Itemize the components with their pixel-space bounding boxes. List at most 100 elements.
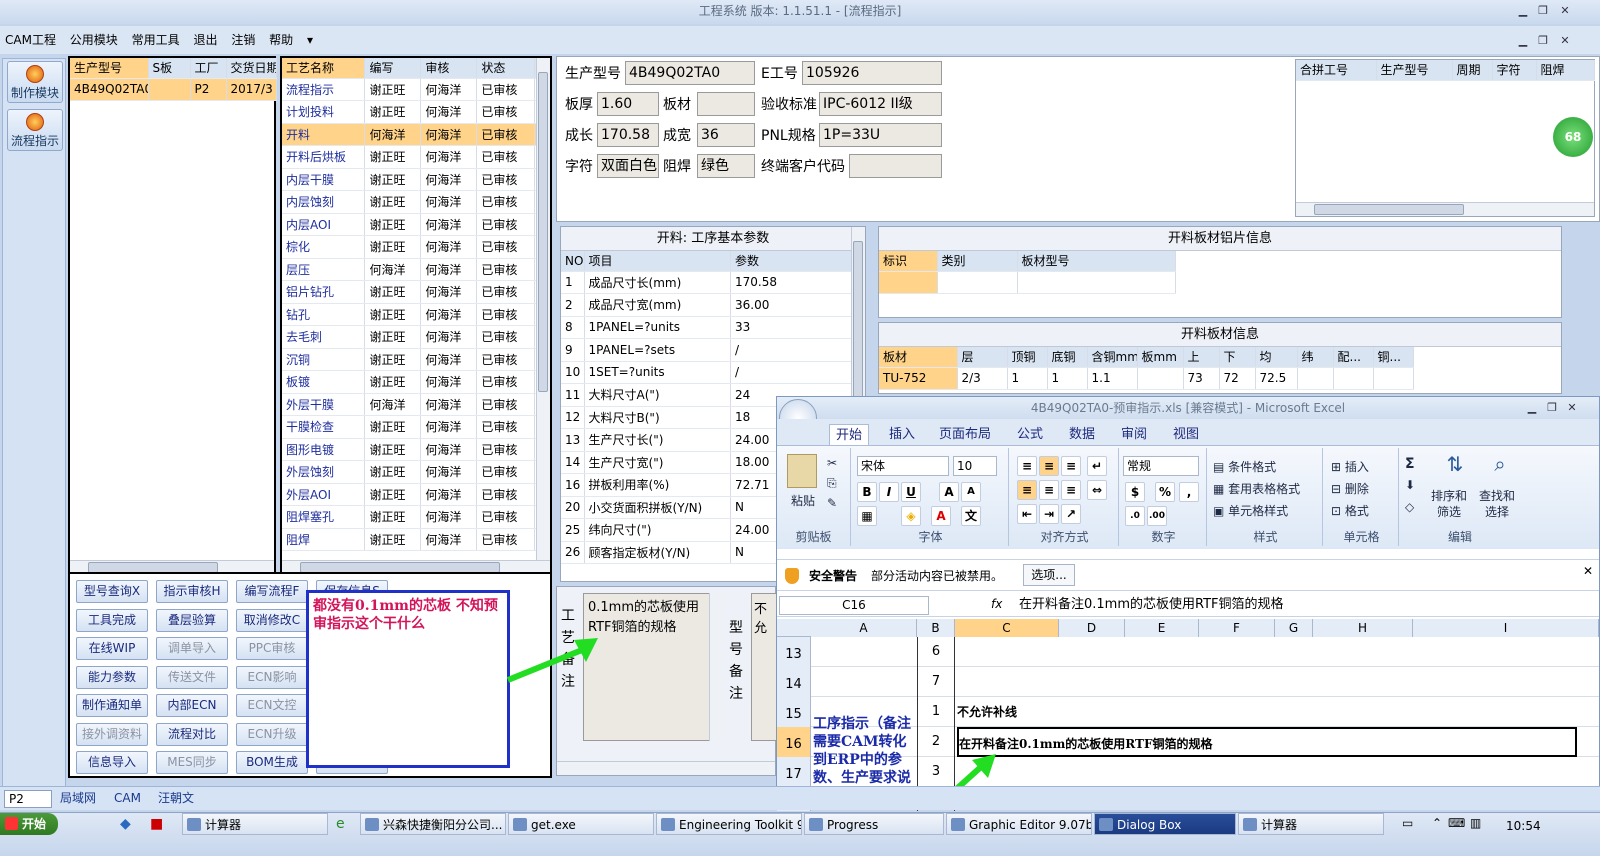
- action-button[interactable]: ECN升级: [236, 722, 308, 746]
- field-model[interactable]: 4B49Q02TA0: [625, 61, 755, 85]
- task-graphic-editor[interactable]: Graphic Editor 9.07b2 ...: [946, 813, 1092, 835]
- row-header[interactable]: 15: [777, 697, 811, 727]
- action-button[interactable]: 内部ECN: [156, 694, 228, 717]
- phonetic-icon[interactable]: 文: [961, 506, 981, 526]
- tab-data[interactable]: 数据: [1063, 424, 1101, 446]
- merge-icon[interactable]: ⇔: [1087, 480, 1107, 500]
- task-browser[interactable]: 兴森快捷衡阳分公司...: [360, 813, 506, 835]
- percent-icon[interactable]: %: [1155, 482, 1175, 502]
- col-header[interactable]: 均: [1255, 347, 1298, 368]
- tray-icon[interactable]: ▭: [1402, 816, 1413, 830]
- menu-help[interactable]: 帮助: [264, 26, 298, 54]
- col-c[interactable]: C: [955, 619, 1059, 637]
- border-icon[interactable]: ▦: [857, 506, 877, 526]
- mdi-close-icon[interactable]: ✕: [1556, 33, 1574, 49]
- cut-icon[interactable]: ✂: [827, 456, 837, 470]
- action-button[interactable]: 指示审核H: [156, 580, 228, 603]
- align-top-icon[interactable]: ≡: [1017, 456, 1037, 476]
- sheet-cell-c[interactable]: 不允许补线: [957, 697, 1577, 727]
- action-button[interactable]: PPC审核: [236, 637, 308, 660]
- scroll-thumb[interactable]: [538, 72, 548, 392]
- action-button[interactable]: ECN影响: [236, 665, 308, 689]
- table-row[interactable]: 板镀 谢正旺 何海洋 已审核: [282, 370, 550, 394]
- copy-icon[interactable]: ⎘: [827, 476, 837, 491]
- remark-hscroll[interactable]: [557, 761, 775, 775]
- col-header[interactable]: 层: [957, 347, 1008, 368]
- col-header[interactable]: 顶铜: [1007, 347, 1048, 368]
- col-header[interactable]: 板材型号: [1017, 251, 1176, 272]
- pdf-icon[interactable]: ■: [150, 816, 163, 832]
- table-format-button[interactable]: ▦ 套用表格格式: [1213, 480, 1300, 497]
- table-row[interactable]: 外层蚀刻 谢正旺 何海洋 已审核: [282, 460, 550, 484]
- menu-dropdown-icon[interactable]: ▾: [302, 26, 318, 54]
- currency-icon[interactable]: $: [1125, 482, 1145, 502]
- sheet-cell-c[interactable]: [957, 667, 1577, 697]
- sheet-cell-b[interactable]: 7: [917, 667, 955, 697]
- status-tab-user[interactable]: 汪朝文: [154, 787, 198, 809]
- find-select-button[interactable]: 查找和 选择: [1479, 488, 1515, 520]
- status-tab-lan[interactable]: 局域网: [56, 787, 100, 809]
- tab-insert[interactable]: 插入: [883, 424, 921, 446]
- col-a[interactable]: A: [811, 619, 917, 637]
- col-header[interactable]: 工艺名称: [282, 58, 366, 79]
- process-vscroll[interactable]: [536, 58, 550, 562]
- col-header[interactable]: 下: [1219, 347, 1256, 368]
- col-header[interactable]: 配...: [1333, 347, 1374, 368]
- col-header[interactable]: 项目: [584, 251, 732, 272]
- field-wid[interactable]: 36: [697, 123, 755, 147]
- paste-button[interactable]: 粘贴: [791, 492, 815, 509]
- field-eno[interactable]: 105926: [802, 61, 942, 85]
- quicklaunch-icon[interactable]: ◆: [120, 816, 131, 832]
- table-row[interactable]: 开料后烘板 谢正旺 何海洋 已审核: [282, 145, 550, 169]
- tab-review[interactable]: 审阅: [1115, 424, 1153, 446]
- table-row[interactable]: 流程指示 谢正旺 何海洋 已审核: [282, 78, 550, 101]
- table-row[interactable]: 层压 何海洋 何海洋 已审核: [282, 258, 550, 281]
- col-header[interactable]: 生产型号: [70, 58, 149, 79]
- remark-vscroll[interactable]: [709, 593, 723, 741]
- table-row[interactable]: 沉铜 谢正旺 何海洋 已审核: [282, 348, 550, 371]
- sort-filter-icon[interactable]: ⇅: [1435, 452, 1475, 486]
- wrap-text-icon[interactable]: ↵: [1087, 456, 1107, 476]
- action-button[interactable]: 制作通知单: [76, 694, 148, 717]
- table-row[interactable]: 内层干膜 谢正旺 何海洋 已审核: [282, 168, 550, 191]
- col-header[interactable]: 板材: [879, 347, 958, 368]
- fill-color-icon[interactable]: ◈: [901, 506, 921, 526]
- task-dialog-box[interactable]: Dialog Box: [1094, 813, 1236, 835]
- table-row[interactable]: 内层AOI 谢正旺 何海洋 已审核: [282, 213, 550, 236]
- number-format-select[interactable]: 常规: [1123, 456, 1199, 476]
- col-b[interactable]: B: [917, 619, 955, 637]
- tab-view[interactable]: 视图: [1167, 424, 1205, 446]
- underline-icon[interactable]: U: [901, 482, 921, 502]
- comma-icon[interactable]: ,: [1179, 482, 1199, 502]
- tab-home[interactable]: 开始: [829, 424, 870, 447]
- format-painter-icon[interactable]: ✎: [827, 496, 837, 510]
- align-center-icon[interactable]: ≡: [1039, 480, 1059, 500]
- align-bottom-icon[interactable]: ≡: [1061, 456, 1081, 476]
- row-header[interactable]: 14: [777, 667, 811, 697]
- action-button[interactable]: 接外调资料: [76, 722, 148, 746]
- table-row[interactable]: 4B49Q02TA0 P2 2017/3: [70, 78, 277, 101]
- col-header[interactable]: 板mm: [1137, 347, 1184, 368]
- menu-tools[interactable]: 常用工具: [127, 26, 185, 54]
- bold-icon[interactable]: B: [857, 482, 877, 502]
- action-button[interactable]: 叠层验算: [156, 608, 228, 632]
- nav-flow-guide[interactable]: 流程指示: [7, 109, 63, 151]
- field-material[interactable]: [697, 92, 755, 116]
- menu-logout[interactable]: 注销: [226, 26, 260, 54]
- align-right-icon[interactable]: ≡: [1061, 480, 1081, 500]
- action-button[interactable]: 型号查询X: [76, 580, 148, 603]
- action-button[interactable]: BOM生成: [236, 751, 308, 774]
- table-row[interactable]: 9 1PANEL=?sets /: [561, 338, 865, 362]
- row-header[interactable]: 13: [777, 637, 811, 667]
- table-row[interactable]: 阻焊 谢正旺 何海洋 已审核: [282, 528, 550, 551]
- minimize-icon[interactable]: ▁: [1514, 3, 1532, 19]
- table-row[interactable]: 图形电镀 谢正旺 何海洋 已审核: [282, 438, 550, 461]
- table-row[interactable]: 8 1PANEL=?units 33: [561, 316, 865, 339]
- ie-icon[interactable]: e: [336, 816, 345, 832]
- dec-decimal-icon[interactable]: .00: [1147, 506, 1167, 526]
- font-size-select[interactable]: 10: [953, 456, 997, 476]
- table-row[interactable]: 去毛刺 谢正旺 何海洋 已审核: [282, 325, 550, 349]
- fill-icon[interactable]: ⬇: [1405, 478, 1415, 492]
- tab-formula[interactable]: 公式: [1011, 424, 1049, 446]
- security-options-button[interactable]: 选项...: [1023, 564, 1075, 586]
